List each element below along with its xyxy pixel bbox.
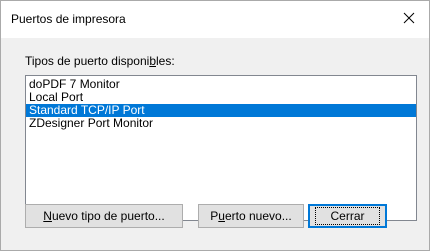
new-port-button[interactable]: Puerto nuevo... [198, 204, 304, 228]
close-button[interactable] [389, 1, 429, 38]
port-types-label: Tipos de puerto disponibles: [25, 54, 175, 68]
printer-ports-dialog: Puertos de impresora Tipos de puerto dis… [0, 0, 430, 251]
port-types-listbox[interactable]: doPDF 7 Monitor Local Port Standard TCP/… [25, 75, 417, 221]
title-bar[interactable]: Puertos de impresora [1, 1, 429, 38]
dialog-client-area: Tipos de puerto disponibles: doPDF 7 Mon… [1, 38, 429, 250]
list-item[interactable]: doPDF 7 Monitor [26, 78, 416, 91]
close-icon [403, 12, 415, 27]
dialog-title: Puertos de impresora [11, 12, 126, 26]
close-dialog-button[interactable]: Cerrar [308, 204, 387, 228]
list-item[interactable]: ZDesigner Port Monitor [26, 117, 416, 130]
new-port-type-button[interactable]: Nuevo tipo de puerto... [25, 204, 183, 228]
